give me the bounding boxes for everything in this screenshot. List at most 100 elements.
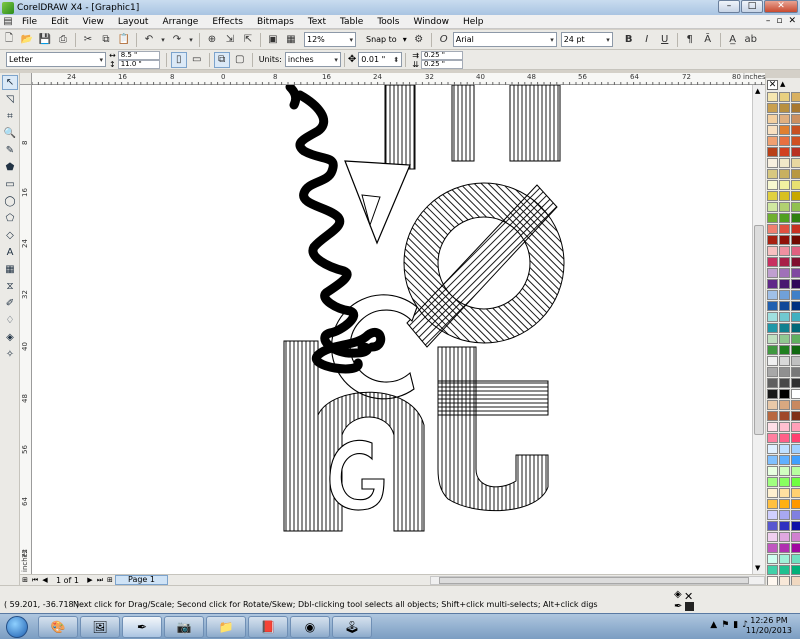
- color-swatch[interactable]: [779, 125, 790, 135]
- color-swatch[interactable]: [767, 246, 778, 256]
- color-swatch[interactable]: [791, 367, 800, 377]
- color-swatch[interactable]: [779, 246, 790, 256]
- color-swatch[interactable]: [779, 180, 790, 190]
- color-swatch[interactable]: [767, 257, 778, 267]
- color-swatch[interactable]: [779, 510, 790, 520]
- color-swatch[interactable]: [791, 521, 800, 531]
- ruler-origin[interactable]: [20, 73, 32, 85]
- font-list-select[interactable]: Arial ▾: [452, 32, 557, 47]
- color-swatch[interactable]: [791, 565, 800, 575]
- color-swatch[interactable]: [791, 444, 800, 454]
- color-swatch[interactable]: [791, 279, 800, 289]
- color-swatch[interactable]: [767, 367, 778, 377]
- color-swatch[interactable]: [767, 499, 778, 509]
- color-swatch[interactable]: [779, 488, 790, 498]
- color-swatch[interactable]: [779, 532, 790, 542]
- color-swatch[interactable]: [767, 455, 778, 465]
- color-swatch[interactable]: [791, 422, 800, 432]
- letter-g-shape[interactable]: [329, 439, 385, 511]
- network-icon[interactable]: ▮: [733, 620, 738, 630]
- color-swatch[interactable]: [767, 510, 778, 520]
- striped-bar[interactable]: [384, 85, 416, 170]
- copy-icon[interactable]: ⧉: [98, 32, 114, 48]
- next-page-icon[interactable]: ▶: [85, 576, 95, 585]
- color-swatch[interactable]: [767, 136, 778, 146]
- rectangle-tool-icon[interactable]: ▭: [2, 177, 18, 192]
- minimize-button[interactable]: –: [718, 0, 740, 13]
- tab-page-1[interactable]: Page 1: [114, 575, 168, 585]
- color-swatch[interactable]: [779, 158, 790, 168]
- vertical-scroll-thumb[interactable]: [754, 225, 764, 435]
- color-swatch[interactable]: [791, 147, 800, 157]
- color-swatch[interactable]: [791, 334, 800, 344]
- menu-view[interactable]: View: [76, 17, 111, 27]
- blend-tool-icon[interactable]: ⧖: [2, 279, 18, 294]
- nudge-distance-field[interactable]: 0.01 " ⬍: [358, 52, 403, 67]
- color-swatch[interactable]: [779, 191, 790, 201]
- taskbar-app-pdf-icon[interactable]: 📕: [248, 616, 288, 638]
- horizontal-ruler[interactable]: 24 16 8 0 8 16 24 32 40 48 56 64 72 80 i…: [32, 73, 766, 85]
- color-swatch[interactable]: [779, 389, 790, 399]
- pick-tool-icon[interactable]: ↖: [2, 75, 18, 90]
- landscape-icon[interactable]: ▭: [189, 52, 205, 68]
- outline-tool-icon[interactable]: ♢: [2, 313, 18, 328]
- tray-arrow-icon[interactable]: ▲: [710, 620, 717, 630]
- color-swatch[interactable]: [791, 400, 800, 410]
- color-swatch[interactable]: [767, 554, 778, 564]
- color-swatch[interactable]: [767, 268, 778, 278]
- color-swatch[interactable]: [791, 202, 800, 212]
- color-swatch[interactable]: [791, 433, 800, 443]
- color-swatch[interactable]: [791, 301, 800, 311]
- palette-scroll-up-icon[interactable]: ▲: [780, 80, 785, 88]
- color-swatch[interactable]: [767, 356, 778, 366]
- application-launcher-icon[interactable]: ▣: [265, 32, 281, 48]
- color-swatch[interactable]: [779, 554, 790, 564]
- portrait-icon[interactable]: ▯: [170, 51, 187, 68]
- color-swatch[interactable]: [791, 180, 800, 190]
- color-swatch[interactable]: [779, 411, 790, 421]
- title-bar[interactable]: CorelDRAW X4 - [Graphic1] – □ ✕: [0, 0, 800, 15]
- pen-icon[interactable]: ✒: [674, 601, 682, 612]
- color-swatch[interactable]: [767, 147, 778, 157]
- color-swatch[interactable]: [767, 466, 778, 476]
- menu-text[interactable]: Text: [301, 17, 333, 27]
- color-swatch[interactable]: [767, 158, 778, 168]
- color-swatch[interactable]: [779, 213, 790, 223]
- color-swatch[interactable]: [767, 532, 778, 542]
- no-fill-swatch[interactable]: ✕: [767, 80, 778, 90]
- menu-window[interactable]: Window: [406, 17, 456, 27]
- color-swatch[interactable]: [779, 169, 790, 179]
- color-swatch[interactable]: [779, 499, 790, 509]
- add-page-icon[interactable]: ⊞: [105, 576, 115, 585]
- color-swatch[interactable]: [791, 389, 800, 399]
- striped-h-stem[interactable]: [283, 340, 319, 532]
- undo-icon[interactable]: ↶: [141, 32, 157, 48]
- basic-shapes-tool-icon[interactable]: ◇: [2, 228, 18, 243]
- color-swatch[interactable]: [791, 532, 800, 542]
- menu-tools[interactable]: Tools: [370, 17, 406, 27]
- color-swatch[interactable]: [791, 268, 800, 278]
- color-swatch[interactable]: [779, 466, 790, 476]
- color-swatch[interactable]: [779, 565, 790, 575]
- drawing-canvas[interactable]: [32, 85, 765, 574]
- close-button[interactable]: ✕: [764, 0, 798, 13]
- zoom-level-select[interactable]: 12% ▾: [304, 32, 356, 47]
- color-swatch[interactable]: [791, 191, 800, 201]
- color-swatch[interactable]: [779, 136, 790, 146]
- color-swatch[interactable]: [767, 433, 778, 443]
- color-swatch[interactable]: [791, 499, 800, 509]
- color-swatch[interactable]: [779, 323, 790, 333]
- color-swatch[interactable]: [767, 301, 778, 311]
- polygon-tool-icon[interactable]: ⬠: [2, 211, 18, 226]
- color-swatch[interactable]: [767, 169, 778, 179]
- color-swatch[interactable]: [779, 334, 790, 344]
- color-swatch[interactable]: [791, 543, 800, 553]
- document-icon[interactable]: ▤: [2, 16, 14, 28]
- color-swatch[interactable]: [779, 290, 790, 300]
- taskbar-app-capture-icon[interactable]: 📷: [164, 616, 204, 638]
- welcome-screen-icon[interactable]: ▦: [283, 32, 299, 48]
- smart-fill-tool-icon[interactable]: ⬟: [2, 160, 18, 175]
- color-swatch[interactable]: [791, 356, 800, 366]
- color-swatch[interactable]: [767, 202, 778, 212]
- color-swatch[interactable]: [791, 312, 800, 322]
